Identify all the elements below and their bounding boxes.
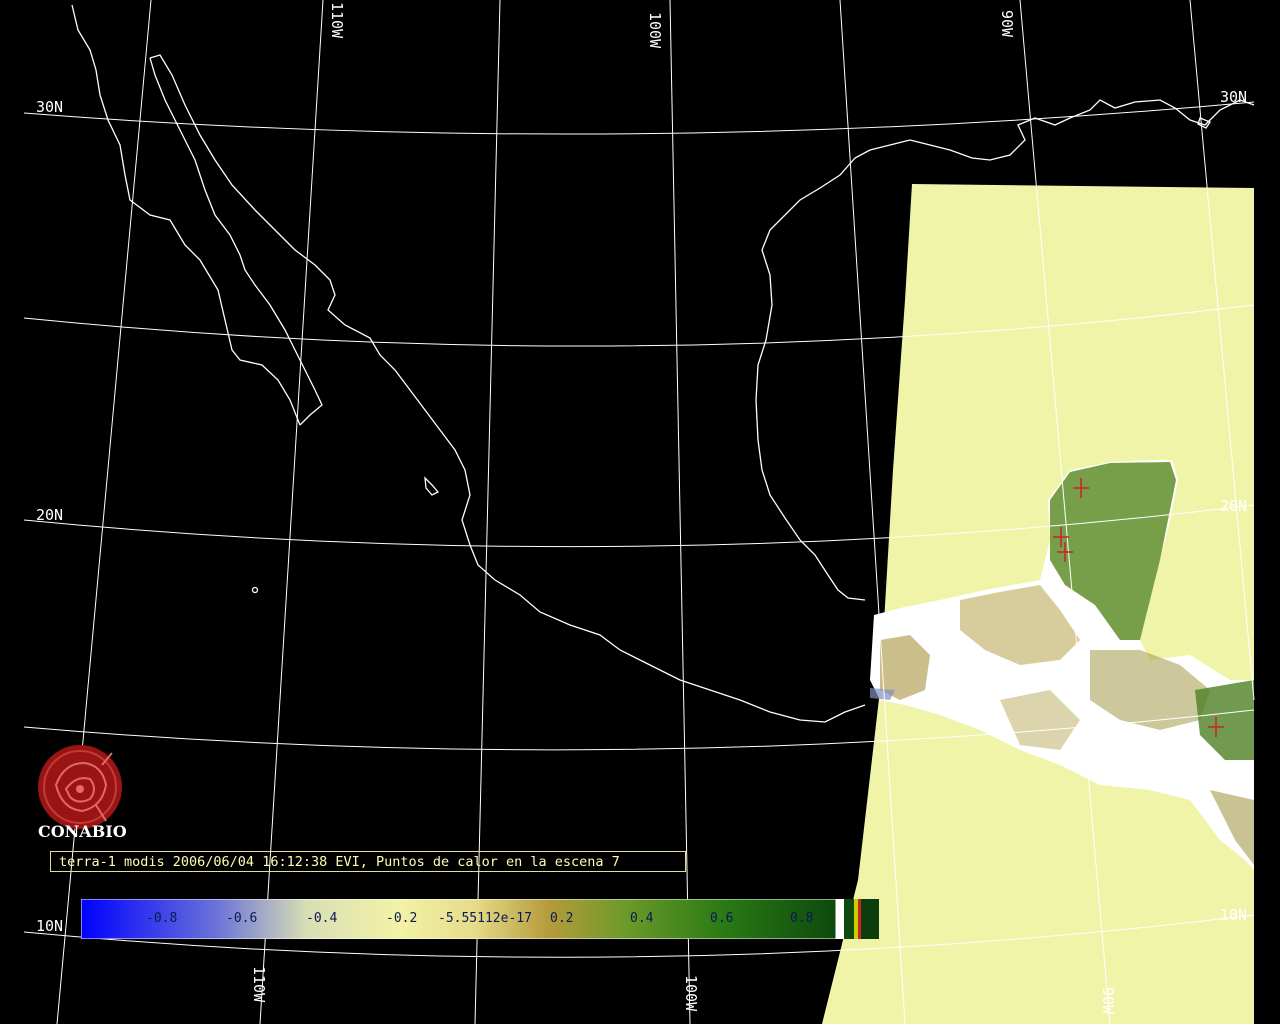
lon-label-110w-top: 110W: [328, 2, 346, 39]
lon-label-100w-top: 100W: [646, 12, 664, 49]
colorbar-tick: -0.2: [386, 911, 418, 926]
lat-label-20n-left: 20N: [36, 506, 64, 524]
lon-label-100w-bottom: 100W: [682, 975, 700, 1012]
colorbar-tick: 0.2: [550, 911, 574, 926]
colorbar-tick: -0.8: [146, 911, 178, 926]
conabio-logo-text: CONABIO: [38, 822, 127, 841]
scene-caption: terra-1 modis 2006/06/04 16:12:38 EVI, P…: [50, 851, 686, 872]
colorbar-tick: -5.55112e-17: [438, 911, 532, 926]
lat-label-30n-right: 30N: [1220, 88, 1248, 106]
colorbar-tick: 0.8: [790, 911, 814, 926]
colorbar-tick: 0.4: [630, 911, 654, 926]
lon-label-90w-top: 90W: [998, 10, 1016, 38]
colorbar-tick: 0.6: [710, 911, 734, 926]
lat-label-10n-left: 10N: [36, 917, 64, 935]
lat-label-10n-right: 10N: [1220, 906, 1248, 924]
colorbar-tick: -0.6: [226, 911, 258, 926]
lat-label-20n-right: 20N: [1220, 497, 1248, 515]
lon-label-90w-bottom: 90W: [1099, 987, 1117, 1015]
lat-label-30n-left: 30N: [36, 98, 64, 116]
evi-colorbar: -0.8 -0.6 -0.4 -0.2 -5.55112e-17 0.2 0.4…: [81, 899, 879, 939]
colorbar-tick: -0.4: [306, 911, 338, 926]
lon-label-110w-bottom: 110W: [250, 966, 268, 1003]
